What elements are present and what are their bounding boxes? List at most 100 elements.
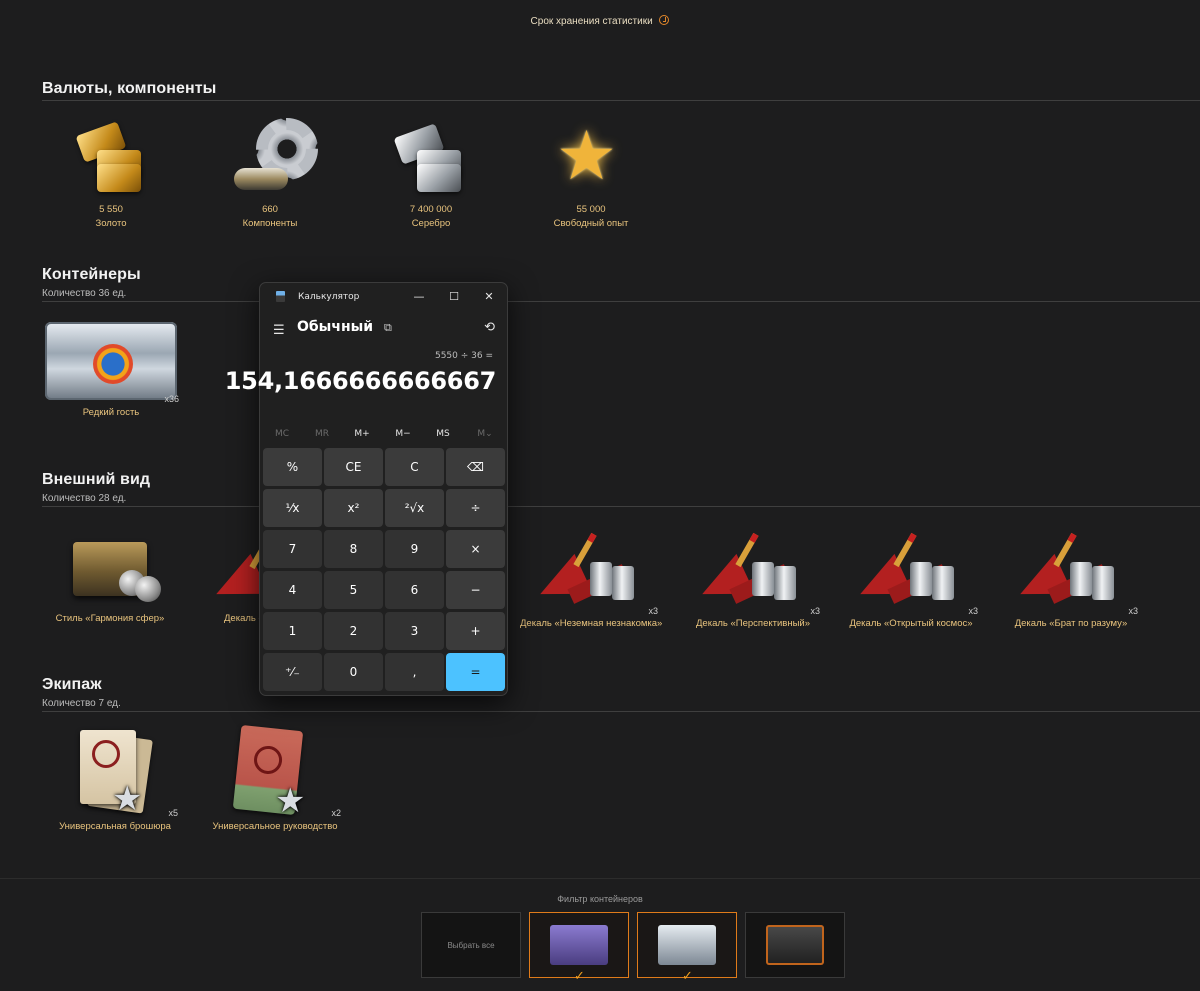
memory-store-button[interactable]: MS <box>423 429 463 439</box>
decal-icon: x3 <box>1000 528 1142 616</box>
close-button[interactable]: ✕ <box>474 287 504 307</box>
digit-3-button[interactable]: 3 <box>385 612 444 650</box>
calculator-mode-title: Обычный <box>297 319 374 335</box>
reciprocal-button[interactable]: ¹⁄x <box>263 489 322 527</box>
currency-components: 660 Компоненты <box>215 112 325 229</box>
memory-add-button[interactable]: M+ <box>342 429 382 439</box>
digit-4-button[interactable]: 4 <box>263 571 322 609</box>
components-value: 660 <box>262 204 278 215</box>
percent-button[interactable]: % <box>263 448 322 486</box>
digit-8-button[interactable]: 8 <box>324 530 383 568</box>
brochure-icon: ★ x5 <box>50 724 180 818</box>
appearance-decal-partial[interactable]: Декаль « <box>208 528 264 624</box>
brochure-qty: x5 <box>168 808 178 818</box>
memory-clear-button[interactable]: MC <box>262 429 302 439</box>
currencies-section: Валюты, компоненты <box>42 80 1200 101</box>
digit-5-button[interactable]: 5 <box>324 571 383 609</box>
filter-tile-dark[interactable] <box>745 912 845 978</box>
keep-on-top-icon[interactable]: ⧉ <box>384 321 392 335</box>
appearance-decal-promising[interactable]: x3 Декаль «Перспективный» <box>682 528 824 629</box>
memory-subtract-button[interactable]: M− <box>383 429 423 439</box>
menu-icon[interactable]: ☰ <box>273 323 285 338</box>
manual-icon: ★ x2 <box>205 724 345 818</box>
decimal-button[interactable]: , <box>385 653 444 691</box>
silver-icon <box>391 120 471 200</box>
digit-6-button[interactable]: 6 <box>385 571 444 609</box>
manual-qty: x2 <box>331 808 341 818</box>
negate-button[interactable]: ⁺⁄₋ <box>263 653 322 691</box>
section-divider <box>42 506 1200 507</box>
history-icon[interactable]: ⟲ <box>484 320 495 335</box>
digit-1-button[interactable]: 1 <box>263 612 322 650</box>
appearance-label: Декаль «Открытый космос» <box>849 618 973 629</box>
filter-divider <box>0 878 1200 879</box>
digit-7-button[interactable]: 7 <box>263 530 322 568</box>
free-xp-label: Свободный опыт <box>553 218 629 229</box>
calculator-titlebar[interactable]: Калькулятор — ☐ ✕ <box>260 283 507 311</box>
square-button[interactable]: x² <box>324 489 383 527</box>
decal-qty: x3 <box>1128 606 1138 616</box>
containers-count: Количество 36 ед. <box>42 288 127 299</box>
appearance-decal-brother[interactable]: x3 Декаль «Брат по разуму» <box>1000 528 1142 629</box>
calculator-window[interactable]: Калькулятор — ☐ ✕ ☰ Обычный ⧉ ⟲ 5550 ÷ 3… <box>225 282 508 696</box>
select-all-label: Выбрать все <box>447 941 495 950</box>
decal-qty: x3 <box>810 606 820 616</box>
components-icon <box>220 112 320 200</box>
filter-select-all-button[interactable]: Выбрать все <box>421 912 521 978</box>
section-divider <box>42 301 1200 302</box>
calculator-expression: 5550 ÷ 36 = <box>434 351 493 361</box>
filter-tile-purple[interactable]: ✓ <box>529 912 629 983</box>
digit-0-button[interactable]: 0 <box>324 653 383 691</box>
decal-icon: x3 <box>840 528 982 616</box>
filter-tile-silver[interactable]: ✓ <box>637 912 737 983</box>
containers-section: Контейнеры Количество 36 ед. <box>42 266 1200 302</box>
calculator-app-icon <box>276 291 285 302</box>
gold-label: Золото <box>95 218 127 229</box>
crew-title: Экипаж <box>42 676 102 693</box>
equals-button[interactable]: = <box>446 653 505 691</box>
square-root-button[interactable]: ²√x <box>385 489 444 527</box>
gold-icon <box>71 120 151 200</box>
decal-icon: x3 <box>682 528 824 616</box>
container-thumb-icon <box>658 925 716 965</box>
memory-recall-button[interactable]: MR <box>302 429 342 439</box>
container-thumb-icon <box>766 925 824 965</box>
divide-button[interactable]: ÷ <box>446 489 505 527</box>
multiply-button[interactable]: × <box>446 530 505 568</box>
components-label: Компоненты <box>242 218 298 229</box>
appearance-decal-unearthly[interactable]: x3 Декаль «Неземная незнакомка» <box>520 528 662 629</box>
crew-count: Количество 7 ед. <box>42 698 121 709</box>
digit-9-button[interactable]: 9 <box>385 530 444 568</box>
crew-label: Универсальная брошюра <box>59 821 171 832</box>
crew-brochure[interactable]: ★ x5 Универсальная брошюра <box>50 724 180 832</box>
appearance-label: Декаль «Брат по разуму» <box>1014 618 1128 629</box>
currency-free-xp: ★ 55 000 Свободный опыт <box>531 120 651 229</box>
appearance-count: Количество 28 ед. <box>42 493 127 504</box>
digit-2-button[interactable]: 2 <box>324 612 383 650</box>
decal-qty: x3 <box>968 606 978 616</box>
appearance-decal-open-space[interactable]: x3 Декаль «Открытый космос» <box>840 528 982 629</box>
containers-title: Контейнеры <box>42 266 141 283</box>
plus-button[interactable]: + <box>446 612 505 650</box>
appearance-label: Декаль « <box>224 613 264 624</box>
clock-icon[interactable] <box>659 15 670 25</box>
crew-label: Универсальное руководство <box>212 821 338 832</box>
backspace-button[interactable]: ⌫ <box>446 448 505 486</box>
appearance-label: Декаль «Перспективный» <box>696 618 810 629</box>
check-icon: ✓ <box>574 968 585 983</box>
minimize-button[interactable]: — <box>404 287 434 307</box>
stats-retention-note[interactable]: Срок хранения статистики <box>0 15 1200 27</box>
calculator-display: 154,1666666666667 <box>224 367 497 395</box>
currency-gold: 5 550 Золото <box>56 120 166 229</box>
clear-button[interactable]: C <box>385 448 444 486</box>
currencies-title: Валюты, компоненты <box>42 80 217 97</box>
minus-button[interactable]: − <box>446 571 505 609</box>
currency-silver: 7 400 000 Серебро <box>376 120 486 229</box>
appearance-style-harmony[interactable]: Стиль «Гармония сфер» <box>50 528 170 624</box>
crew-manual[interactable]: ★ x2 Универсальное руководство <box>205 724 345 832</box>
memory-list-button[interactable]: M⌄ <box>465 429 505 439</box>
maximize-button[interactable]: ☐ <box>439 287 469 307</box>
clear-entry-button[interactable]: CE <box>324 448 383 486</box>
container-rare-guest[interactable]: x36 Редкий гость <box>40 318 182 418</box>
appearance-label: Декаль «Неземная незнакомка» <box>520 618 663 629</box>
